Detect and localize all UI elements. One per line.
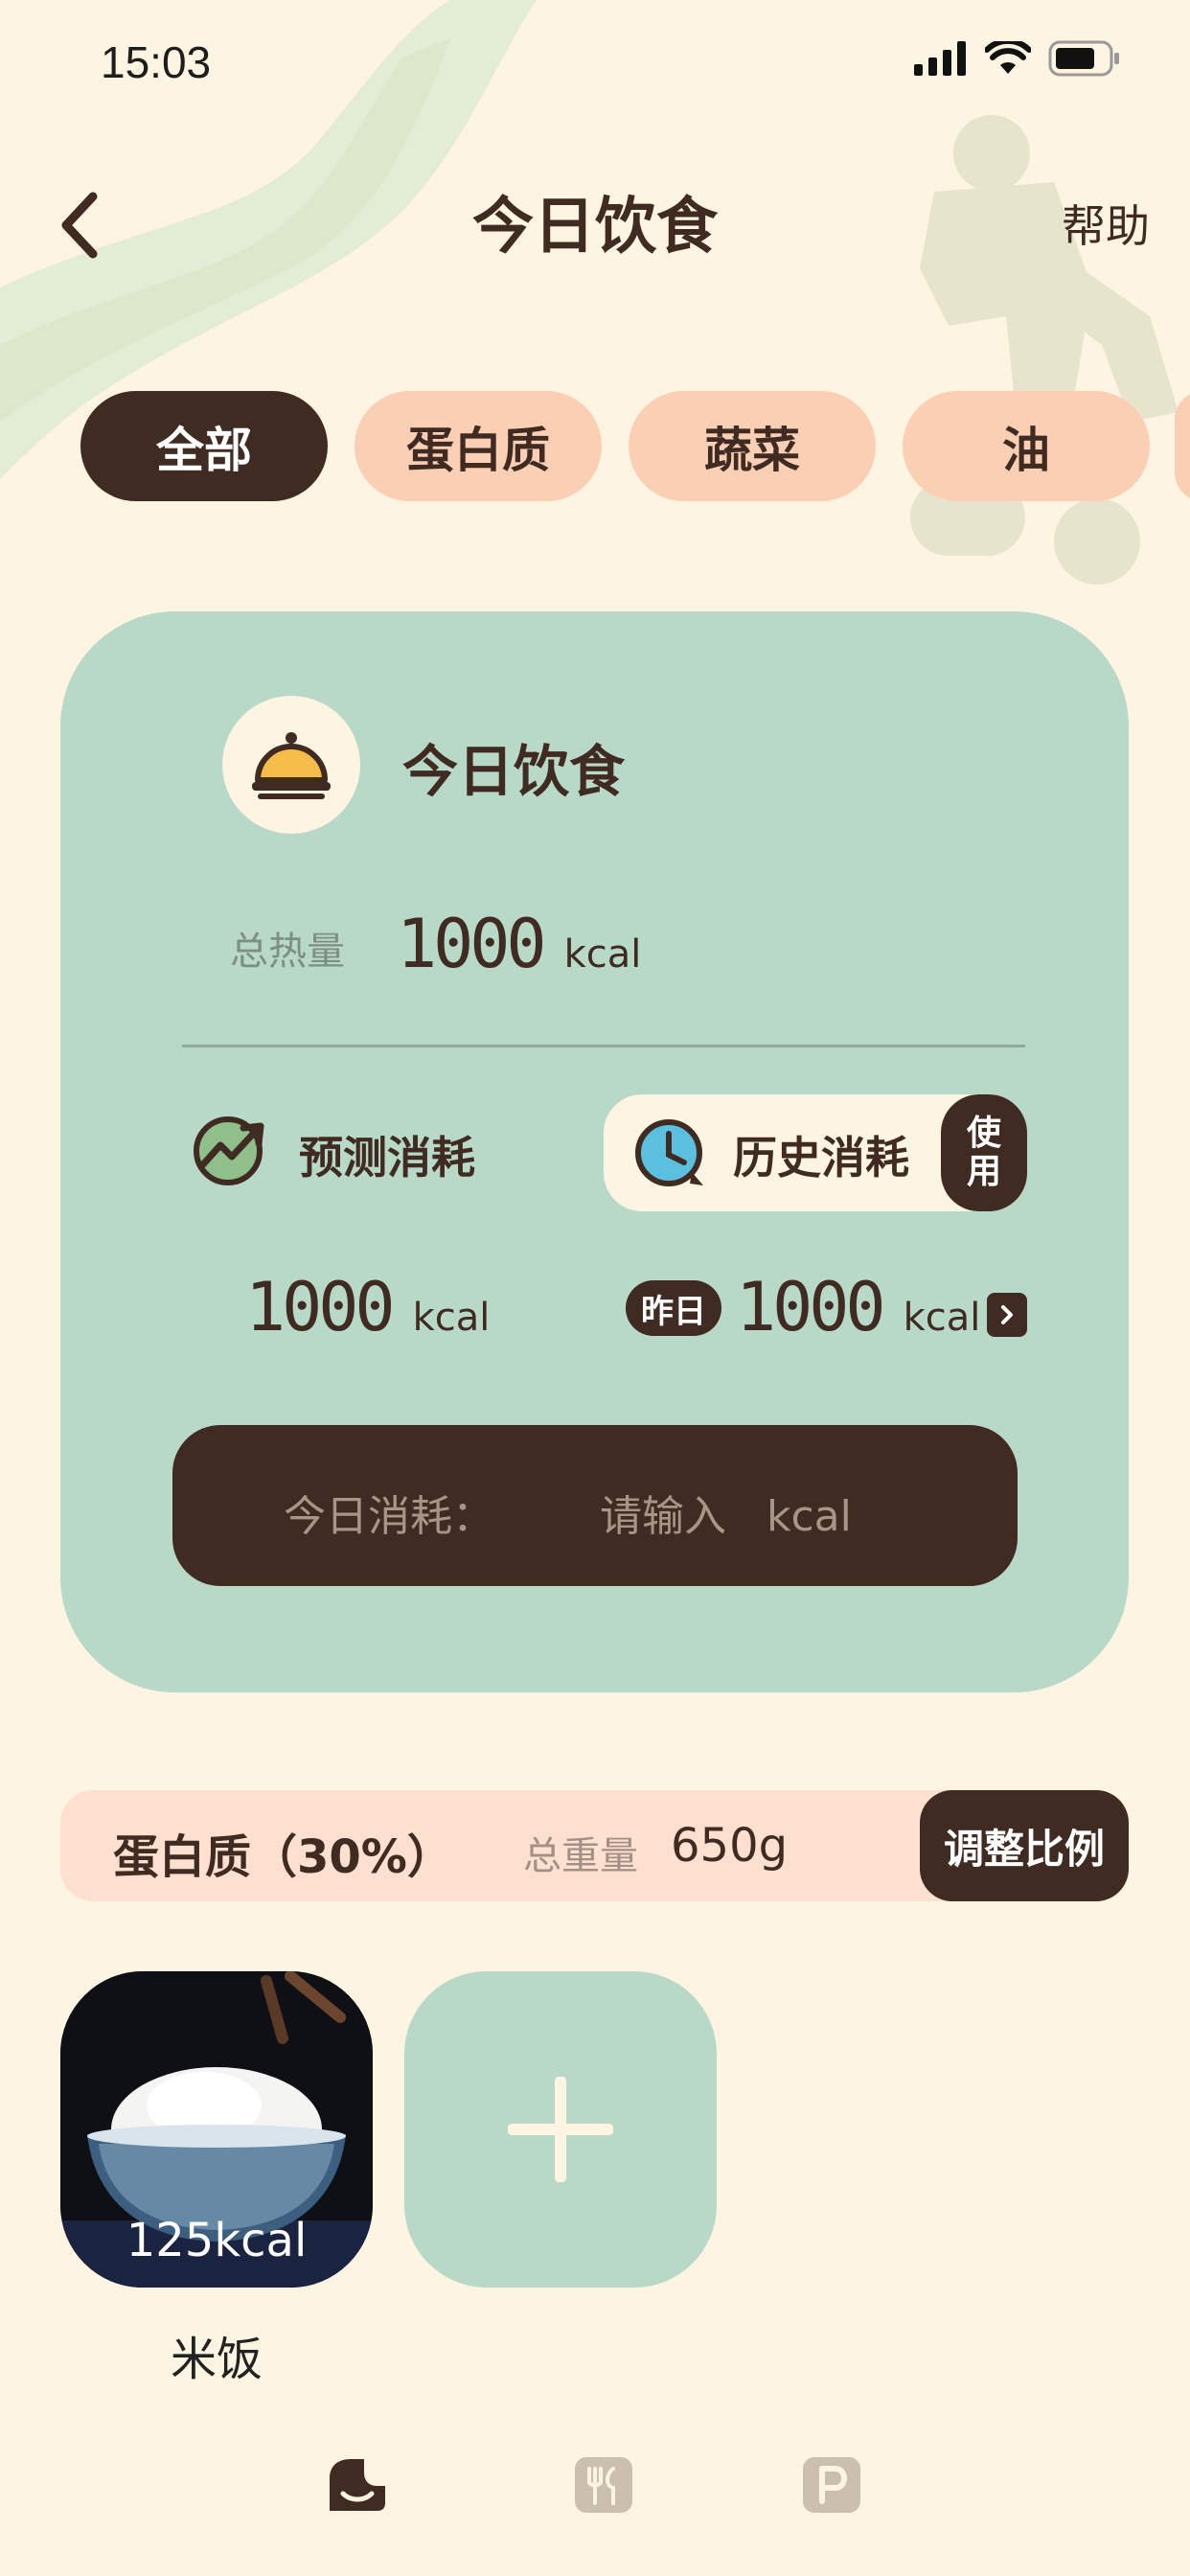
total-calories-unit: kcal: [563, 932, 642, 977]
today-consumption-label: 今日消耗：: [284, 1492, 494, 1541]
help-button[interactable]: 帮助: [1062, 192, 1150, 255]
total-calories: 1000 kcal: [397, 905, 641, 983]
plus-icon: [508, 2077, 613, 2182]
protein-section-title: 蛋白质（30%）: [113, 1830, 453, 1884]
chevron-right-icon: [1001, 1305, 1013, 1324]
status-time: 15:03: [101, 37, 212, 87]
use-button[interactable]: 使 用: [941, 1094, 1027, 1211]
predicted-consumption-label: 预测消耗: [299, 1132, 475, 1184]
total-weight-label: 总重量: [523, 1834, 638, 1878]
yesterday-badge: 昨日: [626, 1280, 721, 1336]
background-decoration: [0, 0, 1179, 585]
history-unit: kcal: [903, 1296, 981, 1340]
trend-up-icon: [194, 1116, 264, 1185]
history-consumption-label: 历史消耗: [733, 1132, 909, 1184]
total-calories-value: 1000: [397, 905, 547, 983]
wifi-icon: [985, 41, 1031, 74]
battery-icon: [1048, 40, 1119, 77]
tab-all[interactable]: 全部: [80, 391, 328, 501]
use-button-label-1: 使: [966, 1114, 1001, 1153]
cloche-icon-circle: [222, 696, 360, 834]
predicted-value: 1000: [245, 1268, 396, 1346]
diet-tab-icon[interactable]: [575, 2457, 632, 2513]
food-name: 米饭: [170, 2333, 263, 2386]
today-consumption-placeholder[interactable]: 请输入 kcal: [600, 1482, 852, 1543]
total-weight-value: 650g: [671, 1819, 789, 1873]
tab-protein[interactable]: 蛋白质: [355, 391, 602, 501]
tab-oil[interactable]: 油: [903, 391, 1150, 501]
tab-vegetables[interactable]: 蔬菜: [629, 391, 876, 501]
adjust-ratio-button[interactable]: 调整比例: [920, 1790, 1129, 1901]
profile-tab-icon[interactable]: [803, 2457, 860, 2513]
status-icons: [914, 40, 1121, 77]
add-food-button[interactable]: [404, 1971, 717, 2288]
placeholder-text: 请输入: [600, 1492, 726, 1541]
food-calories: 125kcal: [126, 2214, 308, 2267]
card-title: 今日饮食: [402, 739, 626, 804]
placeholder-unit: kcal: [766, 1492, 852, 1541]
history-next-button[interactable]: [987, 1293, 1027, 1337]
predicted-unit: kcal: [412, 1296, 491, 1340]
bottom-tab-bar: [0, 2455, 1190, 2532]
page-title: 今日饮食: [472, 192, 718, 263]
tab-next-partial[interactable]: [1175, 391, 1190, 501]
predicted-consumption: 1000 kcal: [245, 1268, 490, 1346]
history-value: 1000: [736, 1268, 886, 1346]
total-calories-label: 总热量: [230, 930, 345, 974]
category-tabs: 全部 蛋白质 蔬菜 油: [80, 391, 1150, 501]
cloche-icon: [252, 732, 331, 799]
home-tab-icon[interactable]: [326, 2455, 389, 2513]
signal-icon: [914, 41, 966, 76]
use-button-label-2: 用: [966, 1152, 1001, 1191]
card-divider: [182, 1045, 1025, 1047]
clock-icon: [635, 1119, 703, 1186]
history-consumption: 1000 kcal: [736, 1268, 980, 1346]
